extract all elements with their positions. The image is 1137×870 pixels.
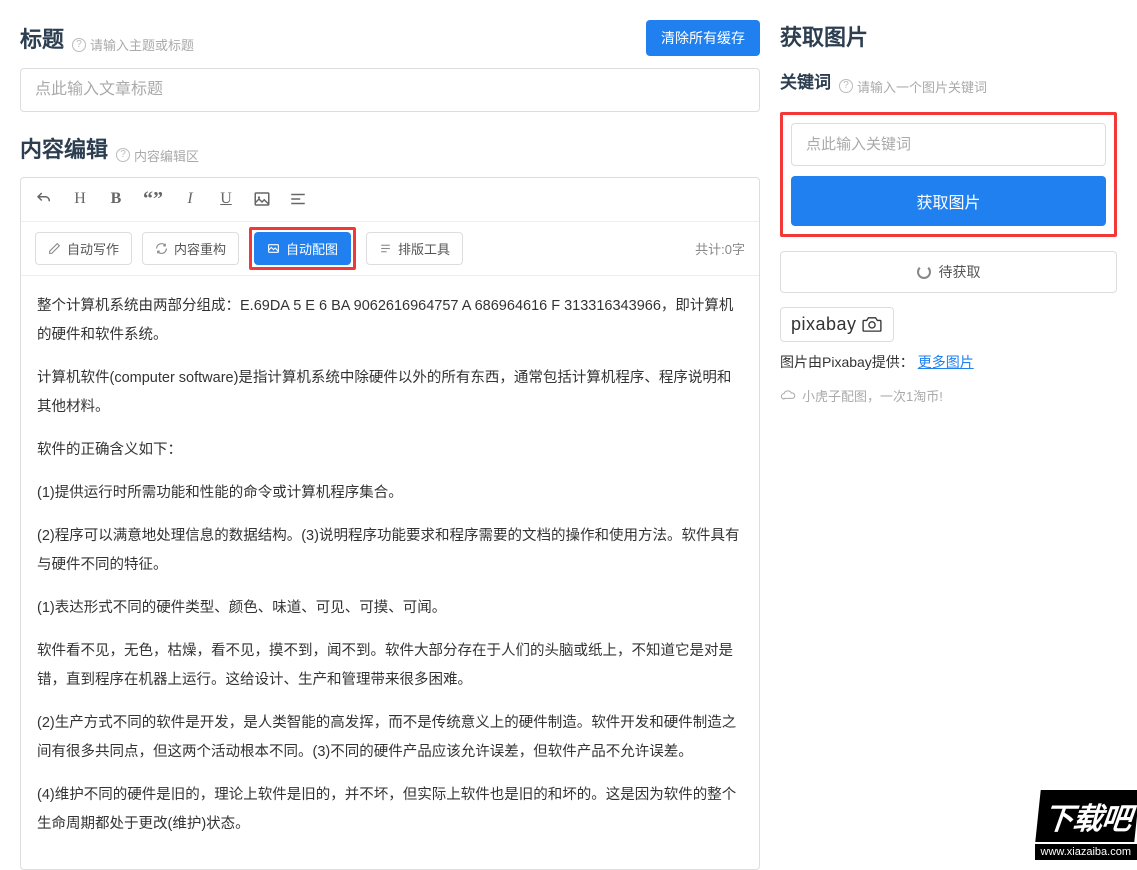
quote-icon[interactable]: “” [143,188,163,211]
image-match-icon [267,242,280,255]
info-icon: ? [72,38,86,52]
content-section-header: 内容编辑 ? 内容编辑区 [20,132,760,165]
image-credit: 图片由Pixabay提供： 更多图片 [780,352,1117,372]
paragraph: 计算机软件(computer software)是指计算机系统中除硬件以外的所有… [29,364,751,422]
pending-button[interactable]: 待获取 [780,251,1117,293]
paragraph: (4)维护不同的硬件是旧的，理论上软件是旧的，并不坏，但实际上软件也是旧的和坏的… [29,781,751,839]
title-hint: ? 请输入主题或标题 [72,35,194,54]
paragraph: 软件看不见，无色，枯燥，看不见，摸不到，闻不到。软件大部分存在于人们的头脑或纸上… [29,637,751,695]
pixabay-badge: pixabay [780,307,894,342]
paragraph: 软件的正确含义如下： [29,436,751,465]
keyword-header: 关键词 ? 请输入一个图片关键词 [780,68,1117,96]
refresh-icon [155,242,168,255]
more-images-link[interactable]: 更多图片 [918,354,974,370]
loading-icon [917,265,931,279]
auto-image-highlight: 自动配图 [249,227,356,270]
align-left-icon[interactable] [289,190,307,208]
pencil-icon [48,242,61,255]
get-image-button[interactable]: 获取图片 [791,176,1106,226]
content-hint: ? 内容编辑区 [116,146,199,165]
cloud-icon [780,389,796,401]
editor-content[interactable]: 整个计算机系统由两部分组成：E.69DA 5 E 6 BA 9062616964… [21,276,759,869]
paragraph: (1)提供运行时所需功能和性能的命令或计算机程序集合。 [29,479,751,508]
title-section-header: 标题 ? 请输入主题或标题 清除所有缓存 [20,20,760,56]
clear-cache-button[interactable]: 清除所有缓存 [646,20,760,56]
layout-tools-button[interactable]: 排版工具 [366,232,463,265]
get-image-label: 获取图片 [780,20,868,52]
paragraph: (2)生产方式不同的软件是开发，是人类智能的高发挥，而不是传统意义上的硬件制造。… [29,709,751,767]
keyword-input[interactable] [791,123,1106,166]
editor-actions-toolbar: 自动写作 内容重构 自动配图 排版工具 共计:0字 [21,222,759,276]
keyword-highlight-box: 获取图片 [780,112,1117,237]
auto-image-button[interactable]: 自动配图 [254,232,351,265]
italic-icon[interactable]: I [181,190,199,208]
content-label: 内容编辑 [20,132,108,164]
camera-icon [861,316,883,332]
restructure-button[interactable]: 内容重构 [142,232,239,265]
get-image-header: 获取图片 [780,20,1117,52]
editor-toolbar: H B “” I U [21,178,759,222]
editor-box: H B “” I U 自动写作 内容重 [20,177,760,870]
underline-icon[interactable]: U [217,190,235,208]
info-icon: ? [116,148,130,162]
info-icon: ? [839,79,853,93]
keyword-hint: ? 请输入一个图片关键词 [839,77,987,96]
title-label: 标题 [20,22,64,54]
watermark: 下载吧 www.xiazaiba.com [992,780,1137,860]
paragraph: (1)表达形式不同的硬件类型、颜色、味道、可见、可摸、可闻。 [29,594,751,623]
bold-icon[interactable]: B [107,190,125,208]
auto-write-button[interactable]: 自动写作 [35,232,132,265]
image-icon[interactable] [253,190,271,208]
undo-icon[interactable] [35,190,53,208]
watermark-url: www.xiazaiba.com [1035,844,1137,860]
side-footer: 小虎子配图，一次1淘币! [780,386,1117,405]
pixabay-logo-text: pixabay [791,314,857,335]
paragraph: (2)程序可以满意地处理信息的数据结构。(3)说明程序功能要求和程序需要的文档的… [29,522,751,580]
watermark-logo: 下载吧 [1035,790,1137,842]
heading-icon[interactable]: H [71,190,89,208]
word-counter: 共计:0字 [695,239,745,258]
article-title-input[interactable] [20,68,760,112]
keyword-label: 关键词 [780,68,831,93]
paragraph: 整个计算机系统由两部分组成：E.69DA 5 E 6 BA 9062616964… [29,292,751,350]
layout-icon [379,242,392,255]
